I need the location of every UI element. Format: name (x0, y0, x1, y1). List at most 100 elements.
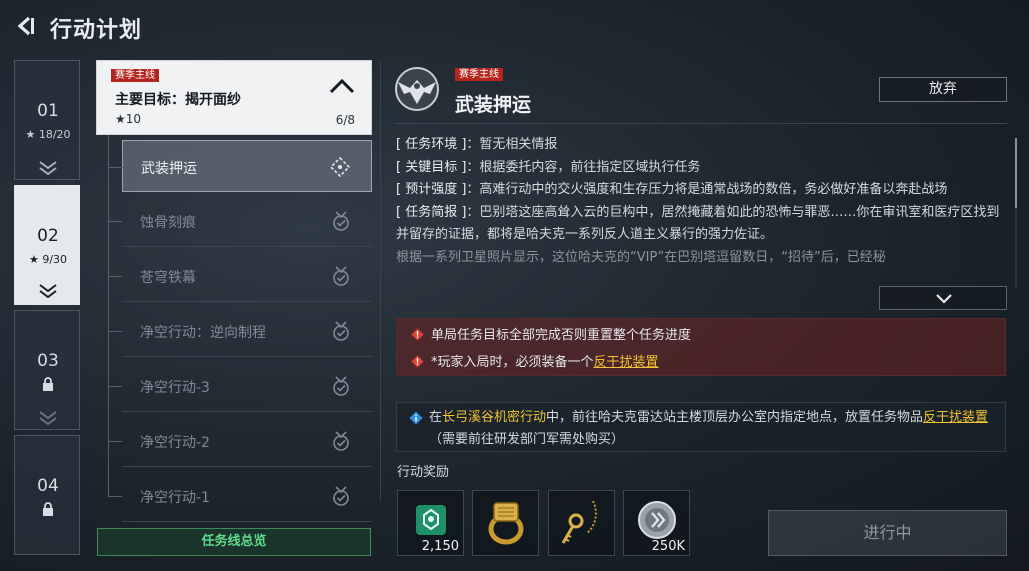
task-label: 净空行动-3 (140, 380, 210, 396)
in-progress-button[interactable]: 进行中 (768, 510, 1007, 556)
hint-text-part: （需要前往研发部门军需处购买） (429, 432, 625, 447)
chapter-number: 03 (37, 351, 59, 371)
info-key-goal: [ 关键目标 ]：根据委托内容，前往指定区域执行任务 (396, 157, 1002, 180)
hint-text-part: 在 (429, 410, 443, 425)
page-title: 行动计划 (50, 18, 143, 43)
info-value: ：巴别塔这座高耸入云的巨构中，居然掩藏着如此的恐怖与罪恶……你在审讯室和医疗区找… (396, 204, 1000, 243)
tree-branch (108, 496, 122, 497)
medal-check-icon (333, 211, 349, 231)
task-label: 蚀骨刻痕 (140, 215, 196, 231)
task-label: 苍穹铁幕 (140, 270, 196, 286)
reward-quantity: 2,150 (421, 539, 459, 554)
season-main-tag: 赛季主线 (111, 69, 159, 82)
medal-check-icon (333, 376, 349, 396)
anti-jamming-device-link[interactable]: 反干扰装置 (594, 355, 659, 370)
task-item[interactable]: 武装押运 (109, 140, 372, 192)
medal-check-icon (333, 321, 349, 341)
info-diamond-icon (409, 411, 423, 425)
task-label: 武装押运 (141, 161, 197, 177)
info-value: ：高难行动中的交火强度和生存压力将是通常战场的数倍，务必做好准备以奔赴战场 (466, 182, 948, 197)
back-button[interactable] (12, 12, 40, 40)
warning-text: *玩家入局时，必须装备一个 (431, 355, 594, 370)
warning-icon (411, 355, 424, 368)
task-label: 净空行动-1 (140, 490, 210, 506)
lock-icon (43, 377, 53, 391)
gold-ring-icon (488, 502, 524, 545)
info-briefing: [ 任务简报 ]：巴别塔这座高耸入云的巨构中，居然掩藏着如此的恐怖与罪恶……你在… (396, 202, 1002, 247)
gold-pendant-icon (561, 500, 597, 544)
chevron-down-icon (39, 161, 57, 175)
info-value: ：暂无相关情报 (466, 137, 558, 152)
target-dashed-icon (329, 156, 351, 178)
info-environment: [ 任务环境 ]：暂无相关情报 (396, 134, 1002, 157)
info-intensity: [ 预计强度 ]：高难行动中的交火强度和生存压力将是通常战场的数倍，务必做好准备… (396, 179, 1002, 202)
tree-branch (108, 331, 122, 332)
warning-text: 单局任务目标全部完成否则重置整个任务进度 (431, 328, 692, 343)
task-label: 净空行动-2 (140, 435, 210, 451)
chapter-02[interactable]: 02 ★ 9/30 (14, 185, 80, 305)
location-link[interactable]: 长弓溪谷机密行动 (442, 410, 546, 425)
main-objective-progress: 6/8 (335, 113, 355, 127)
tree-branch (108, 441, 122, 442)
divider (395, 123, 1007, 124)
chapter-04[interactable]: 04 (14, 435, 80, 555)
warning-line: 单局任务目标全部完成否则重置整个任务进度 (411, 324, 691, 343)
anti-jamming-device-link[interactable]: 反干扰装置 (923, 410, 988, 425)
main-objective-card[interactable]: 赛季主线 主要目标：揭开面纱 ★10 6/8 (96, 60, 372, 135)
hint-box: 在长弓溪谷机密行动中，前往哈夫克雷达站主楼顶层办公室内指定地点，放置任务物品反干… (396, 402, 1006, 452)
tree-branch (108, 386, 122, 387)
medal-check-icon (333, 486, 349, 506)
scrollbar-thumb[interactable] (1015, 138, 1017, 208)
task-tree-line (108, 135, 109, 497)
chapter-stars: ★ 9/30 (28, 253, 68, 266)
reward-item[interactable] (472, 490, 539, 556)
info-key: [ 关键目标 ] (396, 159, 467, 175)
warning-line: *玩家入局时，必须装备一个反干扰装置 (411, 351, 659, 370)
panel-divider (380, 60, 381, 500)
warning-box: 单局任务目标全部完成否则重置整个任务进度 *玩家入局时，必须装备一个反干扰装置 (396, 318, 1006, 376)
chapter-01[interactable]: 01 ★ 18/20 (14, 60, 80, 180)
chapter-stars: ★ 18/20 (25, 128, 71, 141)
medal-check-icon (333, 431, 349, 451)
task-label: 净空行动：逆向制程 (140, 325, 266, 341)
main-objective-title: 主要目标：揭开面纱 (115, 92, 241, 108)
questline-overview-button[interactable]: 任务线总览 (97, 528, 371, 556)
task-item[interactable]: 苍穹铁幕 (108, 250, 372, 302)
season-main-tag: 赛季主线 (455, 68, 503, 81)
warning-icon (411, 328, 424, 341)
header: 行动计划 (0, 0, 1029, 56)
reward-quantity: 250K (651, 539, 685, 554)
reward-item[interactable] (548, 490, 615, 556)
hint-text-part: 中，前往哈夫克雷达站主楼顶层办公室内指定地点，放置任务物品 (546, 410, 924, 425)
info-value: ：根据委托内容，前往指定区域执行任务 (466, 159, 701, 175)
task-info-scroll[interactable]: [ 任务环境 ]：暂无相关情报 [ 关键目标 ]：根据委托内容，前往指定区域执行… (396, 134, 1012, 284)
lock-icon (43, 502, 53, 516)
abandon-button[interactable]: 放弃 (879, 77, 1007, 102)
reward-item[interactable]: 250K (623, 490, 690, 556)
eagle-emblem-icon (395, 67, 439, 111)
info-key: [ 预计强度 ] (396, 182, 467, 197)
reward-item[interactable]: 2,150 (397, 490, 464, 556)
chapter-03[interactable]: 03 (14, 310, 80, 430)
tree-branch (108, 221, 122, 222)
expand-button[interactable] (879, 286, 1007, 310)
chevron-down-icon (39, 411, 57, 425)
chevron-down-icon (39, 284, 57, 298)
task-item[interactable]: 净空行动-1 (108, 470, 372, 522)
info-key: [ 任务环境 ] (396, 137, 467, 152)
info-briefing-more: 根据一系列卫星照片显示，这位哈夫克的“VIP”在巴别塔逗留数日，“招待”后，已经… (396, 249, 886, 265)
main-objective-stars: ★10 (115, 112, 142, 126)
chevron-up-icon[interactable] (329, 77, 355, 95)
task-item[interactable]: 蚀骨刻痕 (108, 195, 372, 247)
chapter-number: 01 (37, 101, 59, 121)
task-item[interactable]: 净空行动-2 (108, 415, 372, 467)
chapter-number: 04 (37, 476, 59, 496)
task-item[interactable]: 净空行动-3 (108, 360, 372, 412)
hint-text: 在长弓溪谷机密行动中，前往哈夫克雷达站主楼顶层办公室内指定地点，放置任务物品反干… (429, 407, 1001, 451)
task-title: 武装押运 (455, 94, 532, 116)
task-item[interactable]: 净空行动：逆向制程 (108, 305, 372, 357)
chevron-down-icon (936, 294, 952, 304)
tree-branch (108, 276, 122, 277)
back-arrow-icon (17, 16, 34, 36)
medal-check-icon (333, 266, 349, 286)
